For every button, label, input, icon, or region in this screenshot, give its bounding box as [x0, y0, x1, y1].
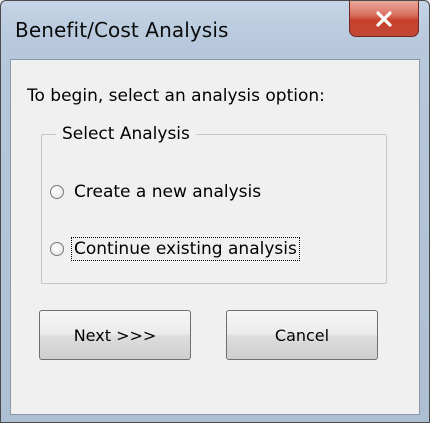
radio-continue-existing-analysis[interactable]: Continue existing analysis — [50, 237, 300, 261]
radio-button-icon[interactable] — [50, 242, 64, 256]
instruction-text: To begin, select an analysis option: — [27, 86, 325, 106]
dialog-window: Benefit/Cost Analysis To begin, select a… — [0, 0, 430, 423]
window-title: Benefit/Cost Analysis — [15, 18, 229, 42]
select-analysis-group: Select Analysis Create a new analysis Co… — [41, 124, 387, 284]
cancel-button[interactable]: Cancel — [226, 310, 378, 360]
next-button[interactable]: Next >>> — [39, 310, 191, 360]
radio-create-new-analysis[interactable]: Create a new analysis — [50, 181, 263, 203]
radio-button-icon[interactable] — [50, 185, 64, 199]
dialog-body: To begin, select an analysis option: Sel… — [10, 59, 420, 415]
group-label: Select Analysis — [56, 124, 196, 144]
close-button[interactable] — [349, 1, 419, 37]
radio-label-continue[interactable]: Continue existing analysis — [71, 237, 300, 261]
radio-label-create[interactable]: Create a new analysis — [72, 181, 263, 203]
close-icon — [375, 10, 393, 27]
